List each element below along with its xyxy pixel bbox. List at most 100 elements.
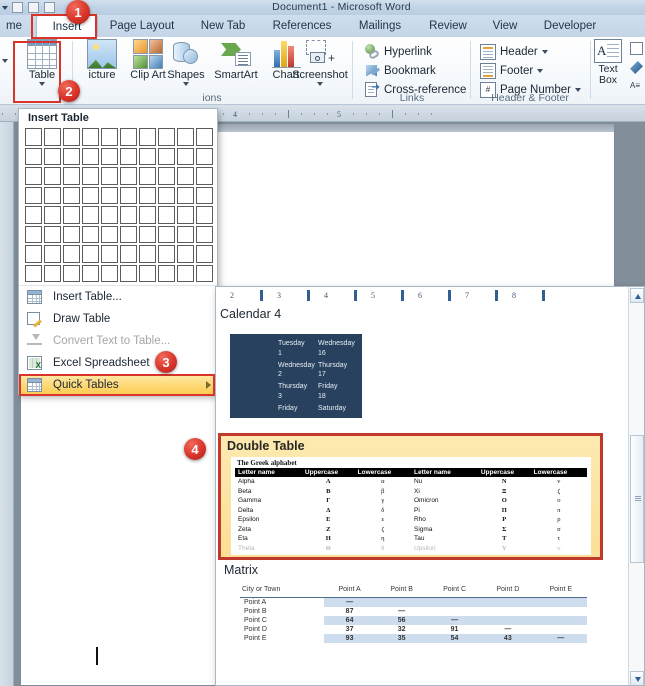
grid-cell[interactable] [196,147,213,165]
grid-cell[interactable] [120,128,137,146]
grid-cell[interactable] [139,264,156,282]
menu-item-excel-spreadsheet[interactable]: X Excel Spreadsheet [19,352,219,374]
tab-page-layout[interactable]: Page Layout [98,15,186,37]
tab-new-tab[interactable]: New Tab [186,15,260,37]
scroll-up-arrow[interactable] [630,288,644,303]
menu-item-draw-table[interactable]: Draw Table [19,308,219,330]
grid-cell[interactable] [63,186,80,204]
grid-cell[interactable] [25,206,42,224]
chevron-down-icon[interactable] [183,82,189,86]
quick-parts-icon[interactable] [630,42,643,55]
ribbon[interactable]: Table icture Clip Art Shapes SmartArt Ch… [0,37,645,105]
grid-cell[interactable] [63,167,80,185]
vertical-ruler[interactable] [0,122,14,686]
grid-cell[interactable] [177,128,194,146]
grid-cell[interactable] [44,245,61,263]
grid-cell[interactable] [63,225,80,243]
grid-cell[interactable] [158,264,175,282]
grid-cell[interactable] [158,128,175,146]
tab-developer[interactable]: Developer [530,15,610,37]
grid-cell[interactable] [44,225,61,243]
tab-mailings[interactable]: Mailings [344,15,416,37]
grid-cell[interactable] [44,147,61,165]
double-table-gallery-entry[interactable]: Double Table The Greek alphabet Letter n… [218,433,603,560]
header-button[interactable]: Header [480,43,548,60]
chevron-down-icon[interactable] [541,49,548,54]
grid-cell[interactable] [82,206,99,224]
bookmark-button[interactable]: Bookmark [364,62,436,79]
grid-cell[interactable] [120,264,137,282]
grid-cell[interactable] [101,206,118,224]
grid-cell[interactable] [177,225,194,243]
grid-cell[interactable] [120,147,137,165]
matrix-gallery-entry[interactable]: Matrix City or Town Point A Point B Point C… [218,563,603,678]
grid-cell[interactable] [101,245,118,263]
gallery-entry-title-calendar-4[interactable]: Calendar 4 [220,307,281,321]
grid-cell[interactable] [82,167,99,185]
grid-cell[interactable] [139,147,156,165]
chevron-down-icon[interactable] [2,59,8,63]
grid-cell[interactable] [82,186,99,204]
grid-cell[interactable] [196,245,213,263]
grid-cell[interactable] [101,167,118,185]
menu-item-insert-table[interactable]: Insert Table... [19,286,219,308]
grid-cell[interactable] [158,186,175,204]
table-size-grid[interactable] [25,128,213,282]
grid-cell[interactable] [120,167,137,185]
grid-cell[interactable] [177,206,194,224]
grid-cell[interactable] [158,147,175,165]
scroll-down-arrow[interactable] [630,671,644,685]
grid-cell[interactable] [139,225,156,243]
grid-cell[interactable] [44,186,61,204]
wordart-icon[interactable]: A≡ [630,81,643,92]
grid-cell[interactable] [196,128,213,146]
grid-cell[interactable] [63,147,80,165]
grid-cell[interactable] [63,206,80,224]
grid-cell[interactable] [101,147,118,165]
grid-cell[interactable] [120,186,137,204]
quick-tables-gallery[interactable]: 2345678 Calendar 4 Tuesday 1 Wednesday 2… [215,286,645,686]
scrollbar-thumb[interactable] [630,435,644,563]
grid-cell[interactable] [25,147,42,165]
drop-cap-icon[interactable] [630,61,643,74]
grid-cell[interactable] [139,206,156,224]
grid-cell[interactable] [158,245,175,263]
grid-cell[interactable] [177,264,194,282]
grid-cell[interactable] [82,225,99,243]
insert-table-dropdown[interactable]: Insert Table Insert Table... Draw Table … [18,108,219,396]
grid-cell[interactable] [82,264,99,282]
grid-cell[interactable] [196,264,213,282]
text-box-button[interactable]: A Text Box [590,39,626,91]
grid-cell[interactable] [25,167,42,185]
grid-cell[interactable] [139,167,156,185]
grid-cell[interactable] [177,167,194,185]
grid-cell[interactable] [120,245,137,263]
grid-cell[interactable] [44,206,61,224]
grid-cell[interactable] [196,186,213,204]
grid-cell[interactable] [101,186,118,204]
grid-cell[interactable] [25,245,42,263]
grid-cell[interactable] [25,186,42,204]
grid-cell[interactable] [82,128,99,146]
chevron-down-icon[interactable] [537,68,544,73]
grid-cell[interactable] [196,167,213,185]
grid-cell[interactable] [139,186,156,204]
chevron-down-icon[interactable] [574,87,581,92]
grid-cell[interactable] [177,147,194,165]
calendar-4-preview[interactable]: Tuesday 1 Wednesday 2 Thursday 3 Friday … [230,334,362,418]
grid-cell[interactable] [196,206,213,224]
grid-cell[interactable] [63,245,80,263]
grid-cell[interactable] [44,167,61,185]
grid-cell[interactable] [139,128,156,146]
tab-review[interactable]: Review [416,15,480,37]
tab-references[interactable]: References [260,15,344,37]
grid-cell[interactable] [120,225,137,243]
grid-cell[interactable] [63,128,80,146]
grid-cell[interactable] [158,206,175,224]
grid-cell[interactable] [158,167,175,185]
grid-cell[interactable] [44,128,61,146]
grid-cell[interactable] [139,245,156,263]
grid-cell[interactable] [25,225,42,243]
grid-cell[interactable] [25,264,42,282]
hyperlink-button[interactable]: Hyperlink [364,43,432,60]
